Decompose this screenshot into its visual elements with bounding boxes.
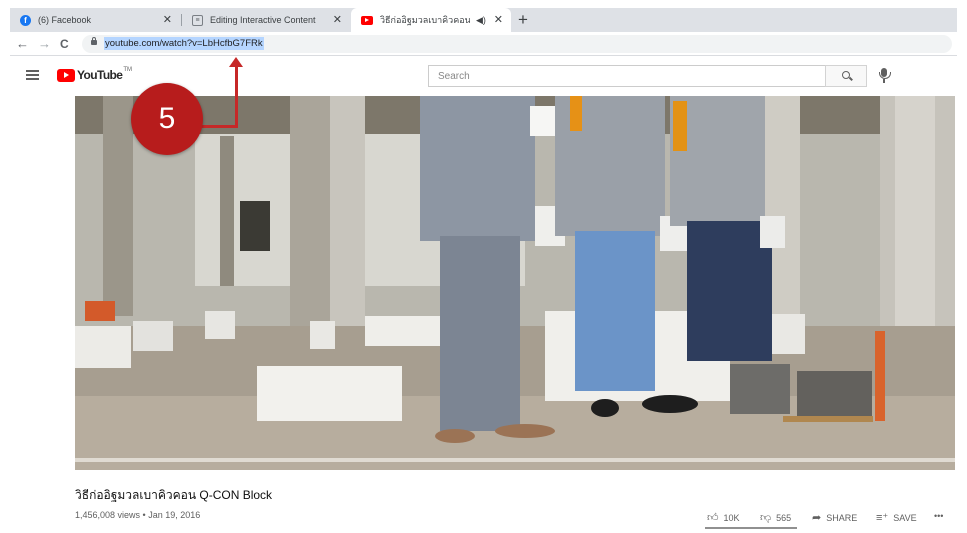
- close-tab-icon[interactable]: ✕: [333, 13, 342, 26]
- back-button[interactable]: ←: [16, 36, 29, 52]
- tab-title: (6) Facebook: [38, 15, 92, 25]
- step-number-callout: 5: [131, 83, 203, 155]
- logo-text: YouTube: [77, 68, 123, 82]
- youtube-logo[interactable]: YouTube TM: [57, 67, 133, 82]
- like-button[interactable]: 👍︎ 10K: [707, 511, 740, 524]
- microphone-icon[interactable]: [879, 68, 891, 83]
- dislike-count: 565: [776, 512, 792, 523]
- more-actions-button[interactable]: •••: [934, 511, 943, 521]
- url-text[interactable]: youtube.com/watch?v=LbHcfbG7FRk: [104, 37, 264, 50]
- search-button[interactable]: [825, 65, 867, 87]
- tab-title: Editing Interactive Content: [210, 15, 316, 25]
- document-icon: ≡: [192, 14, 203, 26]
- tab-editing-interactive-content[interactable]: ≡ Editing Interactive Content ✕: [182, 8, 350, 32]
- browser-tab-strip: f (6) Facebook ✕ ≡ Editing Interactive C…: [10, 8, 957, 32]
- youtube-play-icon: [57, 68, 75, 82]
- hamburger-menu-icon[interactable]: [26, 70, 39, 80]
- tab-facebook[interactable]: f (6) Facebook ✕: [10, 8, 180, 32]
- arrow-up-icon: [229, 57, 243, 67]
- video-title: วิธีก่ออิฐมวลเบาคิวคอน Q-CON Block: [75, 488, 273, 502]
- share-button[interactable]: ➦ SHARE: [812, 511, 857, 524]
- forward-button[interactable]: →: [38, 36, 51, 52]
- callout-arrow-line: [235, 66, 238, 128]
- close-tab-icon[interactable]: ✕: [494, 13, 503, 26]
- search-input[interactable]: Search: [428, 65, 825, 87]
- share-arrow-icon: ➦: [812, 512, 822, 524]
- video-player[interactable]: [75, 96, 955, 470]
- search-icon: [842, 71, 850, 79]
- trademark: TM: [123, 67, 133, 73]
- playlist-add-icon: ≡⁺: [876, 512, 889, 524]
- youtube-icon: [361, 15, 373, 25]
- save-label: SAVE: [893, 512, 917, 523]
- more-icon: •••: [934, 511, 944, 521]
- dislike-button[interactable]: 👎︎ 565: [760, 511, 791, 524]
- tab-title: วิธีก่ออิฐมวลเบาคิวคอน Q-CON: [380, 15, 470, 25]
- new-tab-button[interactable]: +: [518, 9, 528, 31]
- like-count: 10K: [723, 512, 740, 523]
- video-views-date: 1,456,008 views • Jan 19, 2016: [75, 510, 201, 520]
- close-tab-icon[interactable]: ✕: [163, 13, 172, 26]
- share-label: SHARE: [826, 512, 858, 523]
- thumbs-up-icon: 👍︎: [707, 512, 719, 524]
- audio-playing-icon[interactable]: ◀): [476, 15, 486, 26]
- search-placeholder: Search: [438, 71, 470, 82]
- tab-youtube[interactable]: วิธีก่ออิฐมวลเบาคิวคอน Q-CON ◀) ✕: [351, 8, 511, 32]
- like-ratio-bar: [705, 527, 797, 529]
- video-frame-construction-scene: [75, 96, 955, 470]
- lock-icon: [91, 37, 97, 45]
- save-button[interactable]: ≡⁺ SAVE: [876, 511, 917, 524]
- callout-arrow-connector: [202, 125, 238, 128]
- address-bar[interactable]: youtube.com/watch?v=LbHcfbG7FRk: [82, 35, 952, 53]
- reload-button[interactable]: C: [60, 36, 69, 52]
- browser-toolbar: ← → C youtube.com/watch?v=LbHcfbG7FRk: [10, 32, 957, 56]
- thumbs-down-icon: 👎︎: [760, 512, 772, 524]
- facebook-icon: f: [20, 14, 31, 26]
